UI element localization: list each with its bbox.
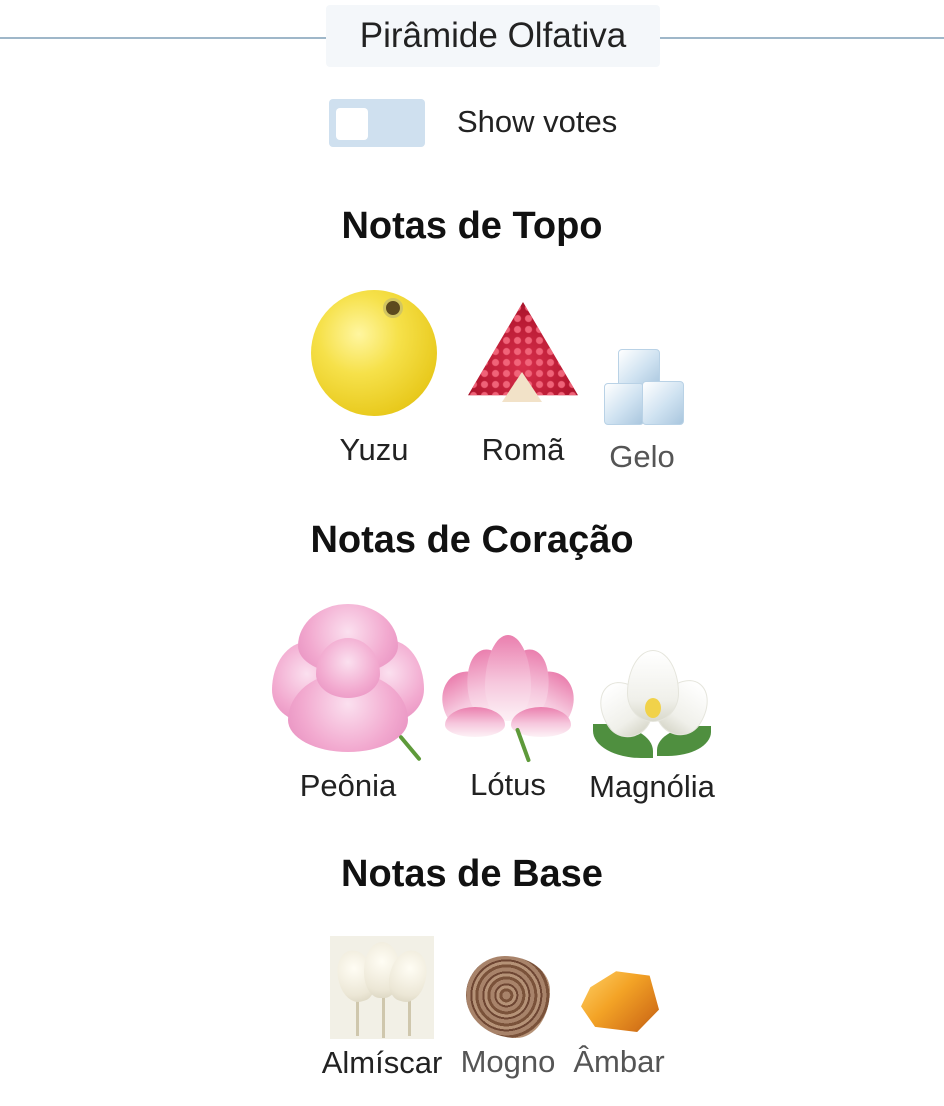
musk-icon: [330, 936, 434, 1039]
note-name: Gelo: [609, 439, 675, 474]
section-header: Pirâmide Olfativa: [326, 5, 660, 67]
heart-notes-title: Notas de Coração: [310, 519, 634, 561]
ice-icon: [602, 347, 684, 427]
note-musk[interactable]: Almíscar: [316, 936, 448, 1081]
top-notes-title: Notas de Topo: [341, 205, 603, 247]
note-magnolia[interactable]: Magnólia: [584, 646, 720, 805]
header-divider-right: [660, 37, 944, 39]
note-lotus[interactable]: Lótus: [430, 635, 586, 803]
toggle-knob: [336, 108, 368, 140]
note-mahogany[interactable]: Mogno: [456, 956, 560, 1080]
base-notes-title: Notas de Base: [341, 853, 603, 895]
note-amber[interactable]: Âmbar: [568, 958, 670, 1080]
note-name: Yuzu: [339, 432, 409, 467]
note-name: Almíscar: [321, 1045, 443, 1080]
peony-icon: [268, 602, 428, 762]
note-name: Romã: [481, 432, 565, 467]
page-title: Pirâmide Olfativa: [359, 16, 627, 55]
note-name: Âmbar: [573, 1044, 665, 1079]
note-name: Lótus: [470, 767, 546, 802]
header-divider-left: [0, 37, 326, 39]
amber-icon: [577, 958, 661, 1038]
show-votes-label: Show votes: [457, 104, 618, 139]
magnolia-icon: [588, 646, 720, 761]
note-peony[interactable]: Peônia: [266, 602, 430, 804]
show-votes-toggle[interactable]: [329, 99, 425, 147]
mahogany-icon: [466, 956, 550, 1038]
lotus-icon: [430, 635, 586, 763]
note-yuzu[interactable]: Yuzu: [296, 290, 452, 468]
note-name: Magnólia: [589, 769, 715, 804]
note-ice[interactable]: Gelo: [596, 347, 688, 475]
note-name: Mogno: [460, 1044, 556, 1079]
yuzu-icon: [311, 290, 437, 416]
note-pomegranate[interactable]: Romã: [456, 294, 590, 468]
note-name: Peônia: [299, 768, 397, 803]
pomegranate-icon: [464, 294, 582, 416]
